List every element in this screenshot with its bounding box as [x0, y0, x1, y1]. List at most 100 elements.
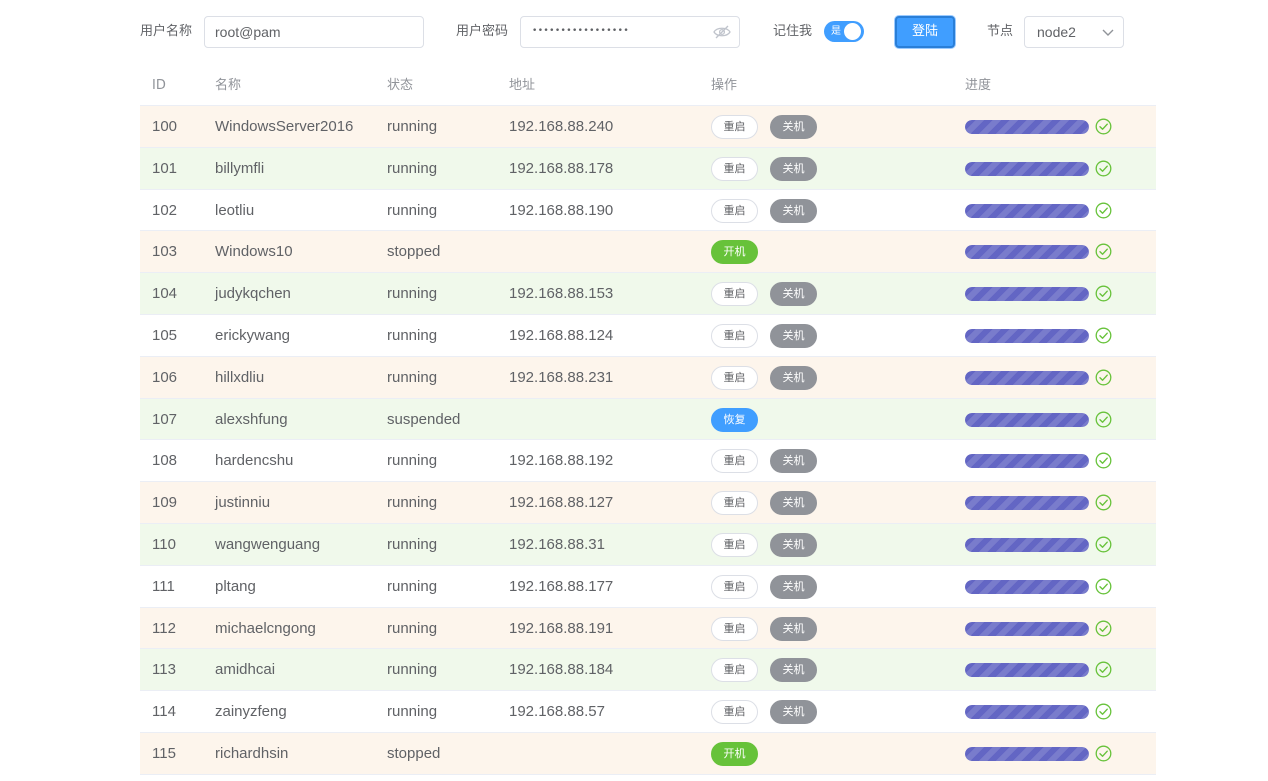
progress-bar	[965, 370, 1089, 385]
cell-name: justinniu	[215, 494, 271, 512]
restart-button[interactable]: 重启	[711, 658, 758, 683]
cell-state: running	[387, 159, 438, 177]
restart-button[interactable]: 重启	[711, 115, 758, 139]
cell-id: 105	[152, 326, 178, 344]
shutdown-button[interactable]: 关机	[770, 616, 817, 641]
restart-button[interactable]: 重启	[711, 365, 758, 390]
cell-id: 110	[152, 535, 176, 553]
resume-button[interactable]: 恢复	[711, 407, 758, 432]
cell-address: 192.168.88.184	[509, 661, 614, 679]
shutdown-button[interactable]: 关机	[770, 700, 817, 725]
progress-fill	[965, 705, 1089, 720]
restart-button[interactable]: 重启	[711, 532, 758, 557]
table-row: 113 amidhcai running 192.168.88.184 重启 关机	[140, 649, 1156, 692]
node-label: 节点	[987, 24, 1014, 39]
login-button[interactable]: 登陆	[895, 16, 955, 48]
progress-bar	[965, 120, 1089, 134]
cell-state: running	[387, 326, 438, 344]
column-header-address: 地址	[509, 78, 536, 93]
cell-name: richardhsin	[215, 744, 289, 762]
check-circle-icon	[1095, 745, 1112, 762]
cell-name: amidhcai	[215, 661, 276, 679]
cell-address: 192.168.88.192	[509, 452, 614, 470]
restart-button[interactable]: 重启	[711, 491, 758, 516]
shutdown-button[interactable]: 关机	[770, 574, 817, 599]
restart-button[interactable]: 重启	[711, 700, 758, 725]
shutdown-button[interactable]: 关机	[770, 115, 817, 139]
table-row: 108 hardencshu running 192.168.88.192 重启 关机	[140, 440, 1156, 483]
start-button[interactable]: 开机	[711, 741, 758, 766]
check-circle-icon	[1095, 578, 1112, 595]
restart-button[interactable]: 重启	[711, 323, 758, 348]
table-row: 104 judykqchen running 192.168.88.153 重启 关机	[140, 273, 1156, 315]
progress-fill	[965, 537, 1089, 552]
remember-switch[interactable]: 是	[824, 21, 864, 42]
cell-state: running	[387, 452, 438, 470]
progress-fill	[965, 245, 1089, 260]
cell-name: pltang	[215, 577, 256, 595]
shutdown-button[interactable]: 关机	[770, 365, 817, 390]
table-row: 114 zainyzfeng running 192.168.88.57 重启 关机	[140, 691, 1156, 733]
cell-state: running	[387, 703, 438, 721]
cell-name: alexshfung	[215, 410, 288, 428]
cell-name: judykqchen	[215, 285, 291, 303]
progress-bar	[965, 454, 1089, 469]
cell-id: 111	[152, 577, 175, 595]
restart-button[interactable]: 重启	[711, 616, 758, 641]
column-header-actions: 操作	[711, 78, 738, 93]
shutdown-button[interactable]: 关机	[770, 198, 817, 223]
check-circle-icon	[1095, 452, 1112, 469]
node-select[interactable]: node2	[1024, 16, 1124, 48]
progress-bar	[965, 537, 1089, 552]
shutdown-button[interactable]: 关机	[770, 282, 817, 307]
shutdown-button[interactable]: 关机	[770, 532, 817, 557]
check-circle-icon	[1095, 285, 1112, 302]
restart-button[interactable]: 重启	[711, 282, 758, 307]
restart-button[interactable]: 重启	[711, 156, 758, 181]
cell-address: 192.168.88.177	[509, 577, 614, 595]
cell-state: running	[387, 118, 438, 135]
cell-id: 112	[152, 619, 176, 637]
progress-fill	[965, 370, 1089, 385]
login-toolbar: 用户名称 用户密码 ••••••••••••••••• 记住我 是 登陆 节点 …	[0, 16, 1268, 48]
cell-name: zainyzfeng	[215, 703, 287, 721]
username-input[interactable]	[204, 16, 424, 48]
restart-button[interactable]: 重启	[711, 198, 758, 223]
cell-state: running	[387, 368, 438, 386]
table-row: 115 richardhsin stopped 开机	[140, 732, 1156, 775]
progress-bar	[965, 412, 1089, 427]
progress-bar	[965, 287, 1089, 302]
table-row: 100 WindowsServer2016 running 192.168.88.24…	[140, 106, 1156, 148]
shutdown-button[interactable]: 关机	[770, 449, 817, 474]
cell-address: 192.168.88.153	[509, 285, 614, 303]
cell-address: 192.168.88.190	[509, 201, 614, 219]
cell-address: 192.168.88.31	[509, 535, 605, 553]
cell-id: 114	[152, 703, 176, 721]
shutdown-button[interactable]: 关机	[770, 323, 817, 348]
table-row: 102 leotliu running 192.168.88.190 重启 关机	[140, 189, 1156, 232]
switch-knob	[844, 23, 861, 40]
start-button[interactable]: 开机	[711, 240, 758, 265]
check-circle-icon	[1095, 661, 1112, 678]
cell-name: WindowsServer2016	[215, 118, 354, 135]
progress-bar	[965, 328, 1089, 343]
cell-id: 102	[152, 201, 178, 219]
check-circle-icon	[1095, 369, 1112, 386]
check-circle-icon	[1095, 118, 1112, 135]
shutdown-button[interactable]: 关机	[770, 658, 817, 683]
restart-button[interactable]: 重启	[711, 449, 758, 474]
shutdown-button[interactable]: 关机	[770, 491, 817, 516]
cell-state: suspended	[387, 410, 461, 428]
cell-id: 104	[152, 285, 178, 303]
shutdown-button[interactable]: 关机	[770, 156, 817, 181]
remember-label: 记住我	[773, 24, 813, 39]
check-circle-icon	[1095, 411, 1112, 428]
restart-button[interactable]: 重启	[711, 574, 758, 599]
password-label: 用户密码	[456, 24, 509, 39]
cell-state: running	[387, 285, 438, 303]
cell-id: 113	[152, 661, 176, 679]
eye-icon[interactable]	[713, 24, 731, 40]
table-header: ID 名称 状态 地址 操作 进度	[140, 64, 1156, 106]
progress-bar	[965, 663, 1089, 678]
table-row: 112 michaelcngong running 192.168.88.191 重启关…	[140, 607, 1156, 650]
